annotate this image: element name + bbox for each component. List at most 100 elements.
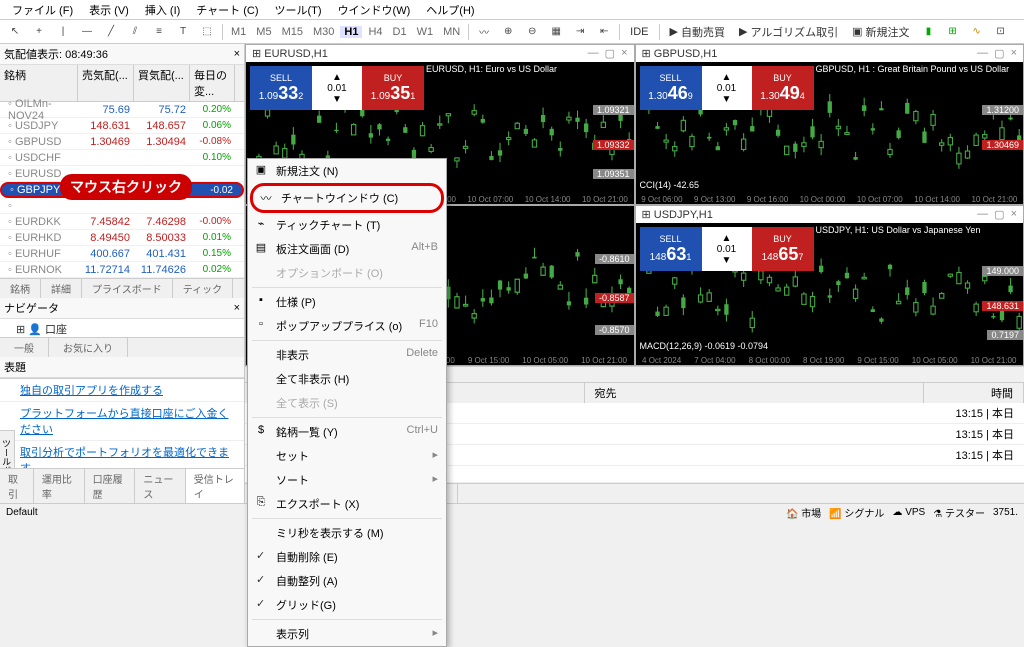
ctx-item-14[interactable]: セット▸ (248, 444, 446, 468)
minimize-icon[interactable]: — (977, 47, 988, 60)
crosshair-icon[interactable]: + (28, 22, 50, 42)
autotrade-button[interactable]: ▶ 自動売買 (664, 22, 731, 42)
close-icon[interactable]: × (1011, 208, 1017, 221)
lot-input[interactable]: ▲0.01▼ (702, 66, 752, 110)
mw-row-EURHKD[interactable]: ◦ EURHKD8.494508.500330.01% (0, 230, 244, 246)
scroll-icon[interactable]: ⇥ (569, 22, 591, 42)
ctx-item-21[interactable]: グリッド(G) (248, 593, 446, 617)
sell-button[interactable]: SELL1.09 332 (250, 66, 312, 110)
maximize-icon[interactable]: ▢ (994, 208, 1004, 221)
ctx-item-2[interactable]: ⌁ティックチャート (T) (248, 213, 446, 237)
btab-trade[interactable]: 取引 (0, 469, 34, 503)
shift-icon[interactable]: ⇤ (593, 22, 615, 42)
timeframe-m5[interactable]: M5 (252, 26, 275, 38)
menu-window[interactable]: ウインドウ(W) (330, 0, 419, 20)
timeframe-m15[interactable]: M15 (278, 26, 307, 38)
ctx-item-9[interactable]: 非表示Delete (248, 343, 446, 367)
minimize-icon[interactable]: — (588, 47, 599, 60)
template-icon[interactable]: ▦ (545, 22, 567, 42)
close-icon[interactable]: × (621, 47, 627, 60)
menu-insert[interactable]: 挿入 (I) (137, 0, 188, 20)
col-bid[interactable]: 売気配(... (78, 65, 134, 101)
mw-tab-details[interactable]: 詳細 (41, 279, 82, 298)
timeframe-m1[interactable]: M1 (227, 26, 250, 38)
ctx-item-6[interactable]: ▪仕様 (P) (248, 290, 446, 314)
mw-row-OILMn-NOV24[interactable]: ◦ OILMn-NOV2475.6975.720.20% (0, 102, 244, 118)
menu-view[interactable]: 表示 (V) (81, 0, 137, 20)
col-symbol[interactable]: 銘柄 (0, 65, 78, 101)
fibo-icon[interactable]: ≡ (148, 22, 170, 42)
nav-tab-fav[interactable]: お気に入り (49, 338, 128, 357)
ctx-item-20[interactable]: 自動整列 (A) (248, 569, 446, 593)
ctx-item-23[interactable]: 表示列▸ (248, 622, 446, 646)
lines-icon[interactable]: ∿ (966, 22, 988, 42)
timeframe-m30[interactable]: M30 (309, 26, 338, 38)
ctx-item-0[interactable]: ▣新規注文 (N) (248, 159, 446, 183)
col-ask[interactable]: 買気配(... (134, 65, 190, 101)
ctx-item-19[interactable]: 自動削除 (E) (248, 545, 446, 569)
term-col-to[interactable]: 宛先 (585, 383, 925, 403)
status-signals[interactable]: 📶 シグナル (829, 505, 884, 520)
bars-icon[interactable]: ▮ (918, 22, 940, 42)
buy-button[interactable]: BUY148 657 (752, 227, 814, 271)
mw-row-USDCHF[interactable]: ◦ USDCHF0.10% (0, 150, 244, 166)
maximize-icon[interactable]: ▢ (605, 47, 615, 60)
btab-news[interactable]: ニュース (135, 469, 185, 503)
nav-tab-general[interactable]: 一般 (0, 338, 49, 357)
ctx-item-18[interactable]: ミリ秒を表示する (M) (248, 521, 446, 545)
ctx-item-3[interactable]: ▤板注文画面 (D)Alt+B (248, 237, 446, 261)
algo-button[interactable]: ▶ アルゴリズム取引 (733, 22, 844, 42)
depth-icon[interactable]: ⊡ (990, 22, 1012, 42)
mw-row-EURDKK[interactable]: ◦ EURDKK7.458427.46298-0.00% (0, 214, 244, 230)
nav-item-0[interactable]: ⊞ 👤 口座 (0, 319, 244, 337)
term-col-time[interactable]: 時間 (924, 383, 1024, 403)
ctx-item-13[interactable]: $銘柄一覧 (Y)Ctrl+U (248, 420, 446, 444)
minimize-icon[interactable]: — (977, 208, 988, 221)
menu-tools[interactable]: ツール(T) (267, 0, 330, 20)
lot-input[interactable]: ▲0.01▼ (702, 227, 752, 271)
hline-icon[interactable]: — (76, 22, 98, 42)
timeframe-h4[interactable]: H4 (364, 26, 386, 38)
mw-row-USDJPY[interactable]: ◦ USDJPY148.631148.6570.06% (0, 118, 244, 134)
theme-item-0[interactable]: 独自の取引アプリを作成する (0, 379, 244, 402)
menu-help[interactable]: ヘルプ(H) (418, 0, 482, 20)
ctx-item-10[interactable]: 全て非表示 (H) (248, 367, 446, 391)
status-tester[interactable]: ⚗ テスター (933, 505, 985, 520)
mw-row-EURHUF[interactable]: ◦ EURHUF400.667401.4310.15% (0, 246, 244, 262)
buy-button[interactable]: BUY1.09 351 (362, 66, 424, 110)
zoom-out-icon[interactable]: ⊖ (521, 22, 543, 42)
mw-tab-symbols[interactable]: 銘柄 (0, 279, 41, 298)
status-market[interactable]: 🏠 市場 (786, 505, 821, 520)
timeframe-w1[interactable]: W1 (413, 26, 438, 38)
btab-exposure[interactable]: 運用比率 (34, 469, 85, 503)
ctx-item-16[interactable]: ⎘エクスポート (X) (248, 492, 446, 516)
timeframe-d1[interactable]: D1 (389, 26, 411, 38)
candles-icon[interactable]: ⊞ (942, 22, 964, 42)
close-icon[interactable]: × (234, 48, 240, 60)
chart-USDJPY,H1[interactable]: ⊞ USDJPY,H1—▢× SELL148 631 ▲0.01▼ BUY148… (635, 205, 1024, 366)
menu-chart[interactable]: チャート (C) (188, 0, 266, 20)
timeframe-mn[interactable]: MN (439, 26, 464, 38)
timeframe-h1[interactable]: H1 (340, 26, 362, 38)
sell-button[interactable]: SELL1.30 469 (640, 66, 702, 110)
maximize-icon[interactable]: ▢ (994, 47, 1004, 60)
cursor-icon[interactable]: ↖ (4, 22, 26, 42)
ctx-item-1[interactable]: 〰チャートウインドウ (C) (250, 183, 444, 213)
theme-item-1[interactable]: プラットフォームから直接口座にご入金ください (0, 402, 244, 441)
new-order-button[interactable]: ▣ 新規注文 (846, 22, 915, 42)
close-icon[interactable]: × (234, 302, 240, 314)
text-icon[interactable]: T (172, 22, 194, 42)
mw-row-EURNOK[interactable]: ◦ EURNOK11.7271411.746260.02% (0, 262, 244, 278)
mw-tab-tick[interactable]: ティック (173, 279, 233, 298)
line-chart-icon[interactable]: 〰 (473, 22, 495, 42)
sell-button[interactable]: SELL148 631 (640, 227, 702, 271)
ide-button[interactable]: IDE (624, 24, 654, 40)
channel-icon[interactable]: ⫽ (124, 22, 146, 42)
chart-GBPUSD,H1[interactable]: ⊞ GBPUSD,H1—▢× SELL1.30 469 ▲0.01▼ BUY1.… (635, 44, 1024, 205)
col-change[interactable]: 毎日の変... (190, 65, 235, 101)
mw-row-GBPUSD[interactable]: ◦ GBPUSD1.304691.30494-0.08% (0, 134, 244, 150)
lot-input[interactable]: ▲0.01▼ (312, 66, 362, 110)
status-vps[interactable]: ☁ VPS (892, 507, 925, 518)
label-icon[interactable]: ⬚ (196, 22, 218, 42)
buy-button[interactable]: BUY1.30 494 (752, 66, 814, 110)
